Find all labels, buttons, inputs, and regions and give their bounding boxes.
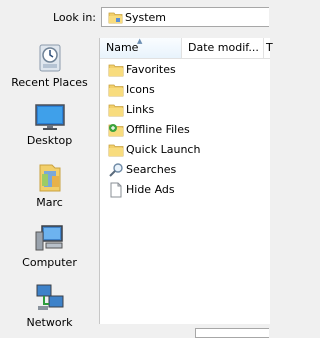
look-in-combo[interactable]: System [101,7,269,27]
column-date-modified[interactable]: Date modif... [182,38,264,58]
folder-icon [108,62,124,78]
column-name[interactable]: ▲ Name [100,38,182,58]
place-label: Marc [36,196,63,209]
user-folder-icon [0,162,99,194]
offline-files-icon [108,122,124,138]
folder-icon [108,82,124,98]
look-in-label: Look in: [53,11,96,24]
file-name-row [99,324,269,338]
searches-icon [108,162,124,178]
computer-icon [0,222,99,254]
file-icon [108,182,124,198]
place-computer[interactable]: Computer [0,222,99,269]
place-recent-places[interactable]: Recent Places [0,42,99,89]
network-icon [0,282,99,314]
list-item[interactable]: Quick Launch [108,141,258,159]
folder-icon [108,142,124,158]
place-label: Recent Places [11,76,88,89]
list-item[interactable]: Searches [108,161,258,179]
look-in-value: System [125,11,167,24]
list-item[interactable]: Icons [108,81,258,99]
recent-places-icon [0,42,99,74]
column-header: ▲ Name Date modif... T [100,38,273,59]
places-bar: Recent Places Desktop Marc Computer Netw… [0,38,99,336]
list-item[interactable]: Offline Files [108,121,258,139]
sort-ascending-icon: ▲ [137,38,143,45]
folder-icon [108,11,123,27]
place-network[interactable]: Network [0,282,99,329]
look-in-row: Look in: System [0,0,269,38]
desktop-icon [0,102,99,132]
list-item[interactable]: Favorites [108,61,258,79]
list-item[interactable]: Links [108,101,258,119]
file-name-field[interactable] [195,328,269,338]
list-item[interactable]: Hide Ads [108,181,258,199]
column-type[interactable]: T [264,38,276,58]
place-label: Computer [22,256,77,269]
file-list: ▲ Name Date modif... T Favorites Icons L… [99,38,273,324]
place-desktop[interactable]: Desktop [0,102,99,147]
place-label: Network [26,316,73,329]
place-user[interactable]: Marc [0,162,99,209]
place-label: Desktop [26,134,73,147]
folder-icon [108,102,124,118]
